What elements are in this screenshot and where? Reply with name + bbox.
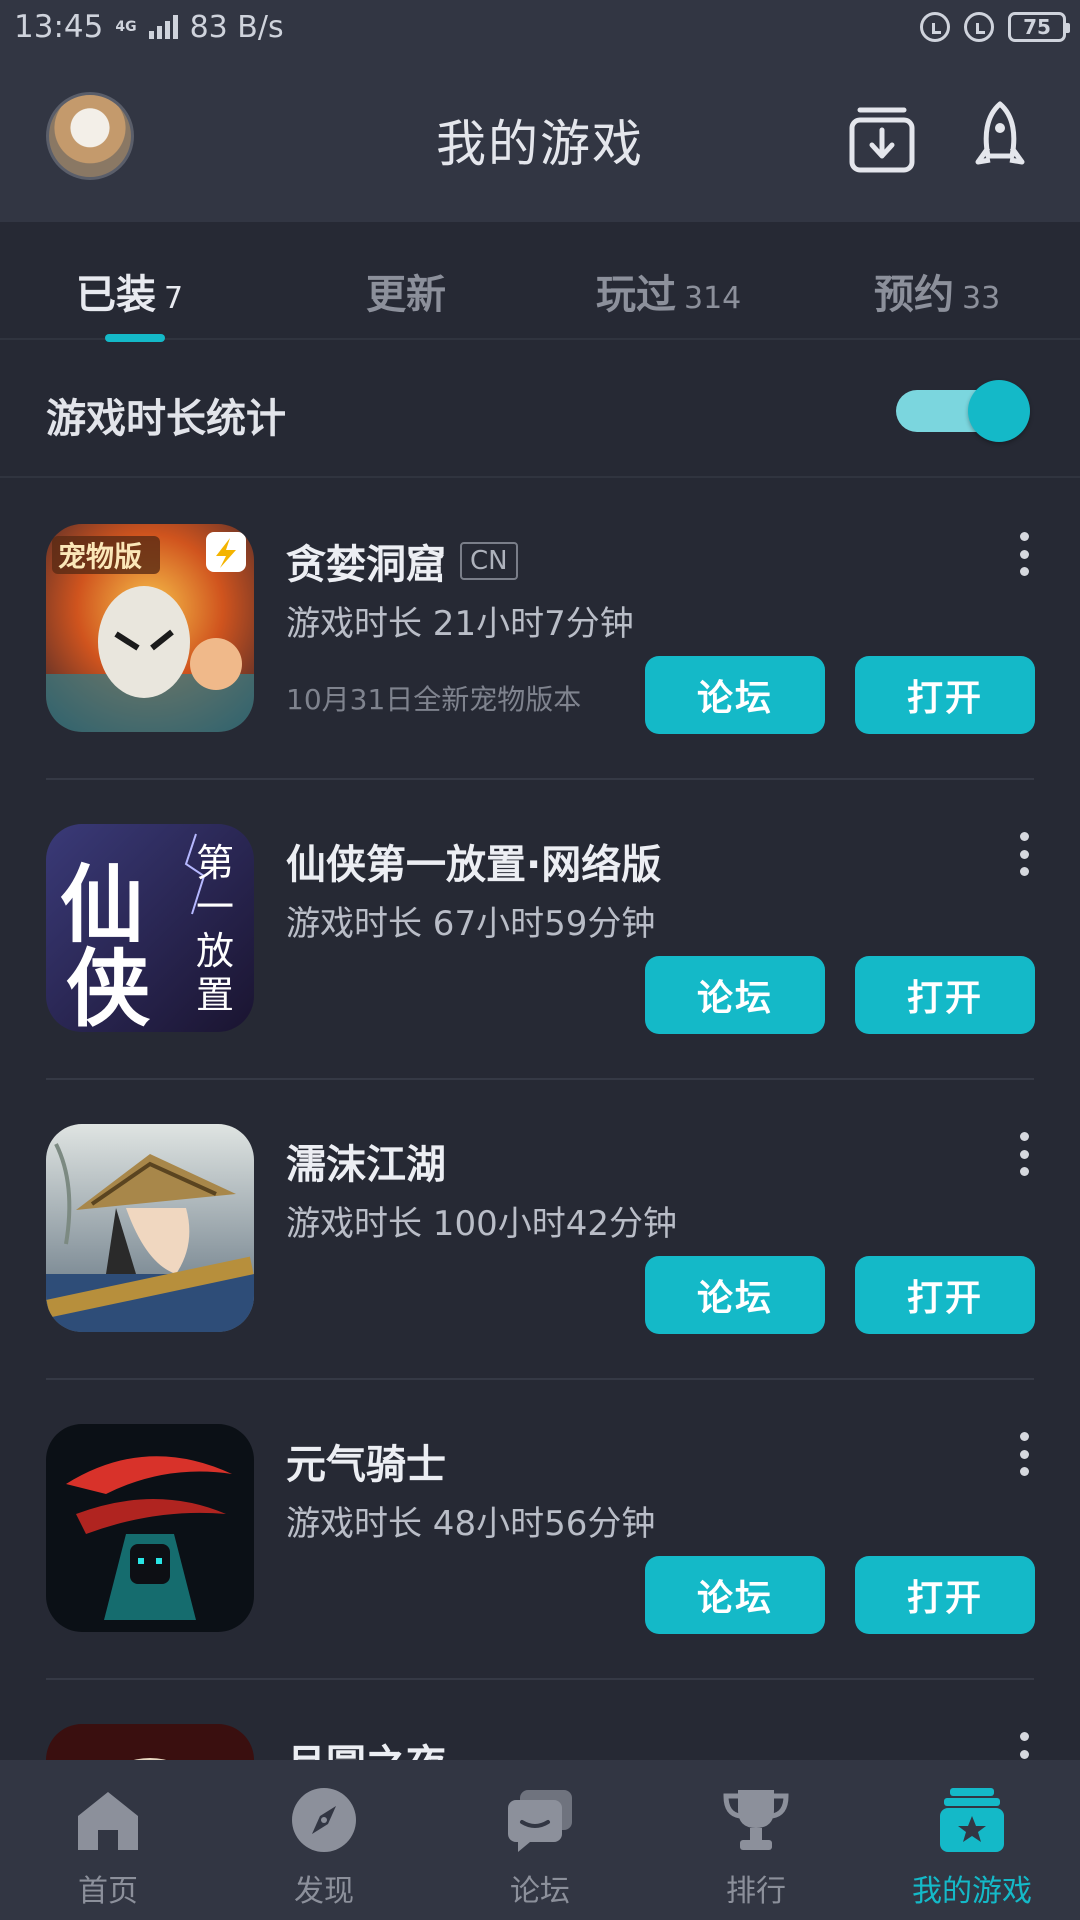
playtime-stats-toggle[interactable] [896, 380, 1030, 442]
rocket-icon[interactable] [962, 98, 1038, 178]
more-options-icon[interactable] [1014, 1132, 1034, 1176]
list-item[interactable]: 濡沫江湖 游戏时长 100小时42分钟 论坛 打开 [46, 1080, 1035, 1380]
game-update-note: 10月31日全新宠物版本 [286, 683, 582, 716]
svg-text:置: 置 [196, 973, 234, 1017]
playtime-stats-label: 游戏时长统计 [46, 396, 286, 442]
game-playtime: 游戏时长 67小时59分钟 [286, 904, 656, 944]
battery-icon: 75 [1008, 12, 1070, 42]
list-item[interactable]: 仙 侠 第 一 放 置 仙侠第一放置·网络版 游戏时长 67小时59分钟 论坛 … [46, 780, 1035, 1080]
tab-reserved[interactable]: 预约 33 [874, 262, 1000, 320]
tab-label: 玩过 [596, 272, 676, 318]
tab-installed[interactable]: 已装 7 [76, 262, 183, 320]
download-box-icon[interactable] [846, 98, 922, 178]
game-icon[interactable] [46, 1124, 254, 1332]
top-bar: 13:45 4G 83 B/s 75 我的游戏 [0, 0, 1080, 222]
game-icon[interactable] [46, 1424, 254, 1632]
tab-updates[interactable]: 更新 [366, 262, 446, 320]
svg-text:放: 放 [196, 929, 234, 973]
forum-chat-icon [506, 1786, 574, 1854]
nav-label: 我的游戏 [912, 1874, 1032, 1909]
tab-label: 已装 [76, 272, 156, 318]
alarm-icon [964, 12, 994, 42]
svg-text:第: 第 [196, 841, 234, 885]
region-tag: CN [460, 542, 518, 580]
game-playtime: 游戏时长 48小时56分钟 [286, 1504, 656, 1544]
game-title: 濡沫江湖 [286, 1142, 446, 1188]
list-item[interactable]: 元气骑士 游戏时长 48小时56分钟 论坛 打开 [46, 1380, 1035, 1680]
game-name: 濡沫江湖 [286, 1132, 446, 1190]
game-list: 宠物版 贪婪洞窟 CN 游戏时长 21小时7分钟 10月31日全新宠物版本 论坛 … [0, 480, 1080, 1920]
more-options-icon[interactable] [1014, 1432, 1034, 1476]
nav-label: 排行 [726, 1874, 786, 1909]
network-type: 4G [115, 19, 137, 35]
svg-text:一: 一 [196, 885, 234, 929]
home-icon [74, 1786, 142, 1854]
tab-label: 预约 [874, 272, 954, 318]
my-games-star-icon [938, 1786, 1006, 1854]
bottom-nav: 首页 发现 论坛 排行 我的游戏 [0, 1760, 1080, 1920]
forum-button[interactable]: 论坛 [645, 1556, 825, 1634]
nav-item-discover[interactable]: 发现 [216, 1780, 432, 1910]
tab-count: 314 [684, 281, 742, 316]
game-icon[interactable]: 仙 侠 第 一 放 置 [46, 824, 254, 1032]
tab-count: 7 [164, 281, 184, 316]
game-icon[interactable]: 宠物版 [46, 524, 254, 732]
game-title: 贪婪洞窟 [286, 542, 446, 588]
tab-label: 更新 [366, 272, 446, 318]
toggle-knob [968, 380, 1030, 442]
signal-icon [148, 15, 178, 39]
open-button[interactable]: 打开 [855, 656, 1035, 734]
nav-label: 论坛 [510, 1874, 570, 1909]
game-playtime: 游戏时长 100小时42分钟 [286, 1204, 677, 1244]
game-playtime: 游戏时长 21小时7分钟 [286, 604, 634, 644]
rotation-lock-icon [920, 12, 950, 42]
nav-label: 首页 [78, 1874, 138, 1909]
forum-button[interactable]: 论坛 [645, 956, 825, 1034]
nav-item-forum[interactable]: 论坛 [432, 1780, 648, 1910]
more-options-icon[interactable] [1014, 832, 1034, 876]
game-name: 贪婪洞窟 CN [286, 532, 518, 590]
network-speed: 83 B/s [189, 9, 284, 45]
game-title: 仙侠第一放置·网络版 [286, 842, 662, 888]
playtime-stats-row: 游戏时长统计 [0, 340, 1080, 478]
game-name: 元气骑士 [286, 1432, 446, 1490]
app-header: 我的游戏 [0, 54, 1080, 222]
game-title: 元气骑士 [286, 1442, 446, 1488]
tab-played[interactable]: 玩过 314 [596, 262, 741, 320]
open-button[interactable]: 打开 [855, 956, 1035, 1034]
forum-button[interactable]: 论坛 [645, 1256, 825, 1334]
open-button[interactable]: 打开 [855, 1556, 1035, 1634]
list-item[interactable]: 宠物版 贪婪洞窟 CN 游戏时长 21小时7分钟 10月31日全新宠物版本 论坛 … [46, 480, 1035, 780]
more-options-icon[interactable] [1014, 532, 1034, 576]
forum-button[interactable]: 论坛 [645, 656, 825, 734]
nav-item-my-games[interactable]: 我的游戏 [864, 1780, 1080, 1910]
tab-count: 33 [962, 281, 1001, 316]
status-bar: 13:45 4G 83 B/s 75 [0, 0, 1080, 54]
svg-text:侠: 侠 [66, 939, 151, 1032]
compass-icon [290, 1786, 358, 1854]
trophy-icon [722, 1786, 790, 1854]
open-button[interactable]: 打开 [855, 1256, 1035, 1334]
nav-label: 发现 [294, 1874, 354, 1909]
svg-text:宠物版: 宠物版 [58, 540, 142, 573]
status-time: 13:45 [14, 9, 104, 45]
nav-item-ranking[interactable]: 排行 [648, 1780, 864, 1910]
game-name: 仙侠第一放置·网络版 [286, 832, 661, 890]
tab-bar: 已装 7 更新 玩过 314 预约 33 [0, 222, 1080, 342]
nav-item-home[interactable]: 首页 [0, 1780, 216, 1910]
